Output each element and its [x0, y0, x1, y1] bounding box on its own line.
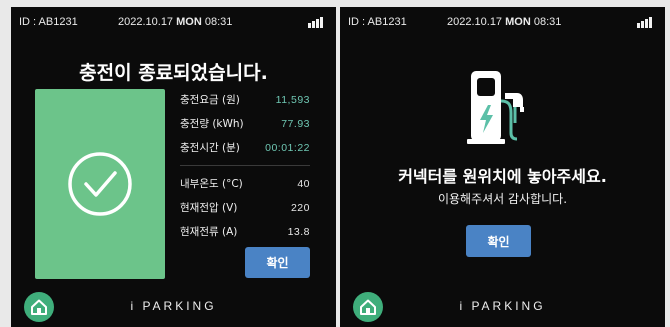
- metric-voltage: 현재전압 (V) 220: [180, 201, 310, 225]
- checkmark-circle-icon: [68, 152, 132, 216]
- metric-label: 충전시간 (분): [180, 142, 240, 154]
- brand-logo: i PARKING: [459, 299, 546, 313]
- metric-current: 현재전류 (A) 13.8: [180, 225, 310, 249]
- thanks-message: 이용해주셔서 감사합니다.: [437, 192, 568, 206]
- weekday: MON: [505, 16, 531, 28]
- environment-metrics: 내부온도 (°C) 40 현재전압 (V) 220 현재전류 (A) 13.8: [180, 177, 310, 249]
- metric-label: 충전요금 (원): [180, 94, 240, 106]
- return-connector-screen: ID : AB1231 2022.10.17 MON 08:31 커넥터를 원위…: [340, 7, 665, 327]
- metric-value: 77.93: [281, 118, 310, 130]
- device-id: ID : AB1231: [19, 16, 78, 28]
- metric-charge-fee: 충전요금 (원) 11,593: [180, 93, 310, 117]
- ev-charger-icon: [467, 71, 524, 144]
- signal-strength-icon: [308, 17, 324, 28]
- metric-charge-time: 충전시간 (분) 00:01:22: [180, 141, 310, 165]
- divider: [180, 165, 310, 166]
- charge-metrics: 충전요금 (원) 11,593 충전량 (kWh) 77.93 충전시간 (분)…: [180, 93, 310, 165]
- metric-value: 40: [297, 178, 310, 190]
- time: 08:31: [533, 16, 562, 28]
- metric-charge-amount: 충전량 (kWh) 77.93: [180, 117, 310, 141]
- metric-value: 220: [290, 202, 310, 214]
- datetime: 2022.10.17 MON 08:31: [118, 16, 232, 28]
- metric-label: 내부온도 (°C): [180, 178, 243, 190]
- confirm-button[interactable]: 확인: [245, 247, 310, 278]
- return-connector-message: 커넥터를 원위치에 놓아주세요.: [398, 167, 607, 186]
- status-bar: ID : AB1231 2022.10.17 MON 08:31: [11, 15, 336, 31]
- metric-value: 11,593: [275, 94, 310, 106]
- date: 2022.10.17: [447, 16, 503, 28]
- metric-value: 13.8: [287, 226, 310, 238]
- signal-strength-icon: [637, 17, 653, 28]
- metric-internal-temp: 내부온도 (°C) 40: [180, 177, 310, 201]
- charge-complete-card: [35, 89, 165, 279]
- confirm-button[interactable]: 확인: [466, 225, 531, 257]
- brand-logo: i PARKING: [130, 299, 217, 313]
- page-title: 충전이 종료되었습니다.: [79, 62, 268, 84]
- time: 08:31: [204, 16, 233, 28]
- date: 2022.10.17: [118, 16, 174, 28]
- metric-label: 충전량 (kWh): [180, 118, 244, 130]
- status-bar: ID : AB1231 2022.10.17 MON 08:31: [340, 15, 665, 31]
- device-id: ID : AB1231: [348, 16, 407, 28]
- metric-value: 00:01:22: [265, 142, 310, 154]
- charging-complete-screen: ID : AB1231 2022.10.17 MON 08:31 충전이 종료되…: [11, 7, 336, 327]
- metric-label: 현재전압 (V): [180, 202, 238, 214]
- weekday: MON: [176, 16, 202, 28]
- datetime: 2022.10.17 MON 08:31: [447, 16, 561, 28]
- metric-label: 현재전류 (A): [180, 226, 238, 238]
